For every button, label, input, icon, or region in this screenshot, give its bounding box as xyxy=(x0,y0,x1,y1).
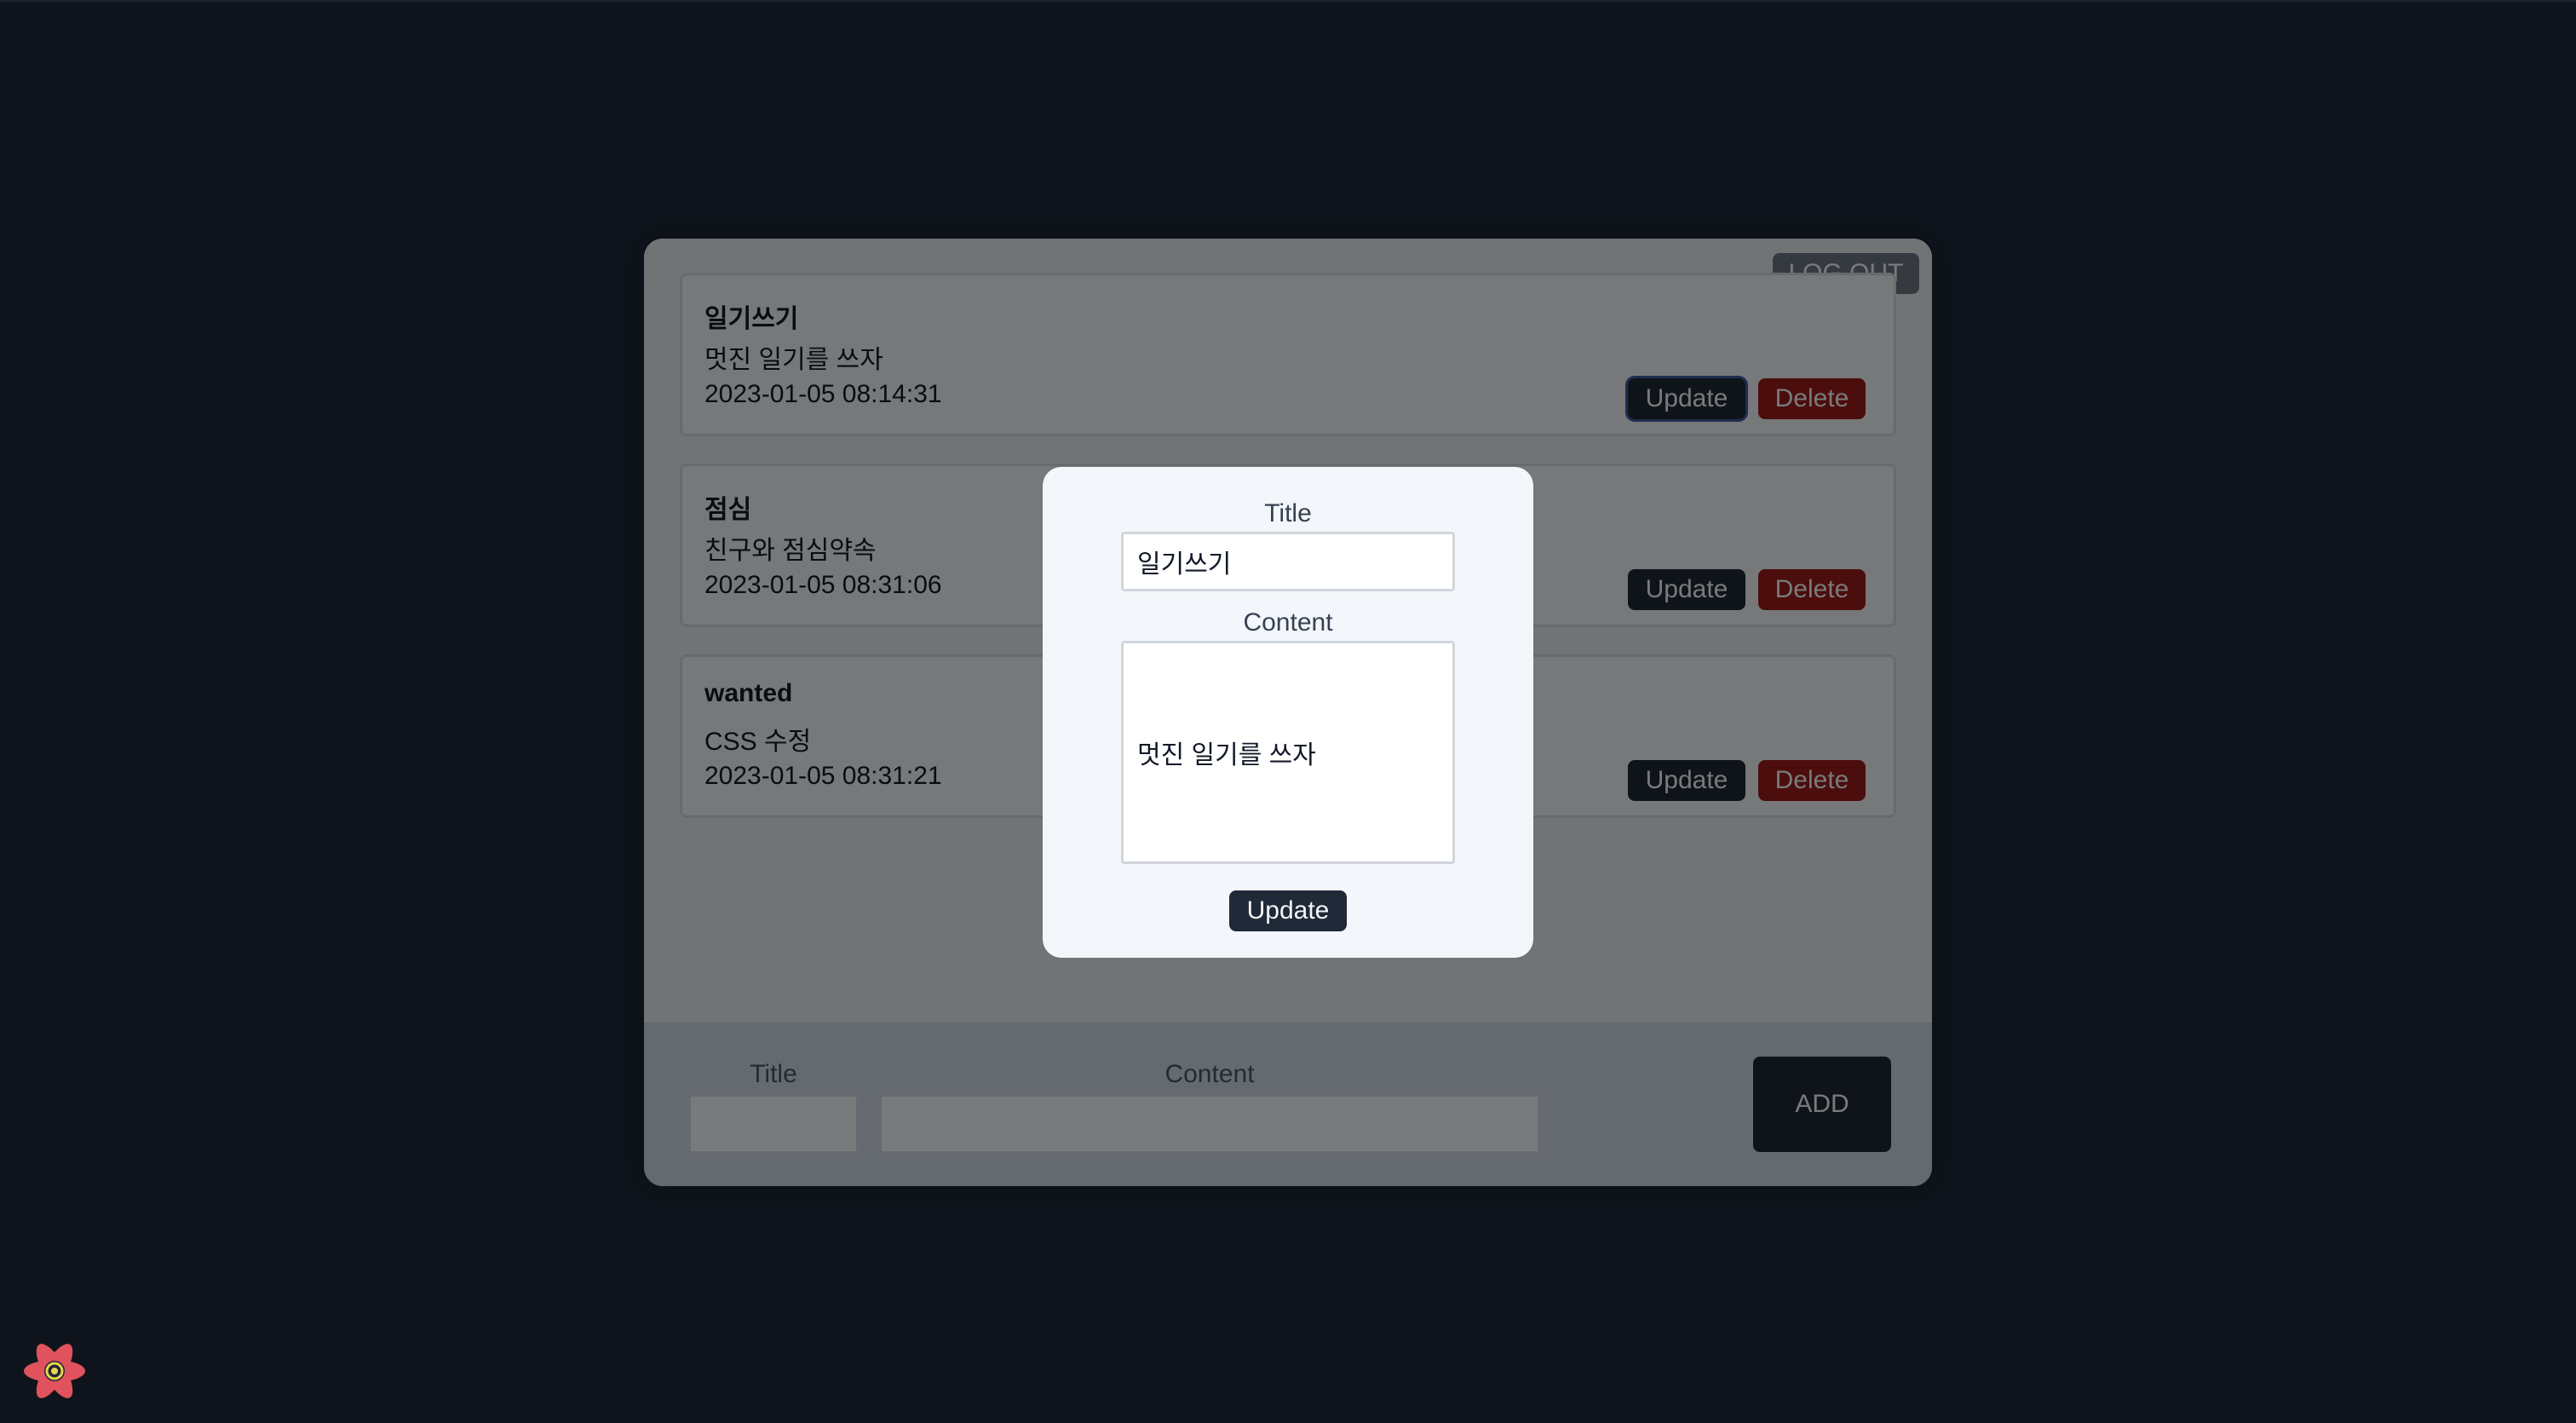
update-modal: Title Content 멋진 일기를 쓰자 Update xyxy=(1043,467,1533,958)
modal-content-textarea[interactable]: 멋진 일기를 쓰자 xyxy=(1121,641,1455,864)
modal-title-label: Title xyxy=(1264,499,1312,527)
atom-icon xyxy=(24,1344,85,1398)
modal-content-label: Content xyxy=(1243,608,1333,637)
modal-title-input[interactable] xyxy=(1121,532,1455,591)
modal-update-button[interactable]: Update xyxy=(1229,890,1347,931)
modal-content-text: 멋진 일기를 쓰자 xyxy=(1137,741,1316,769)
react-devtools-icon[interactable] xyxy=(20,1339,89,1403)
